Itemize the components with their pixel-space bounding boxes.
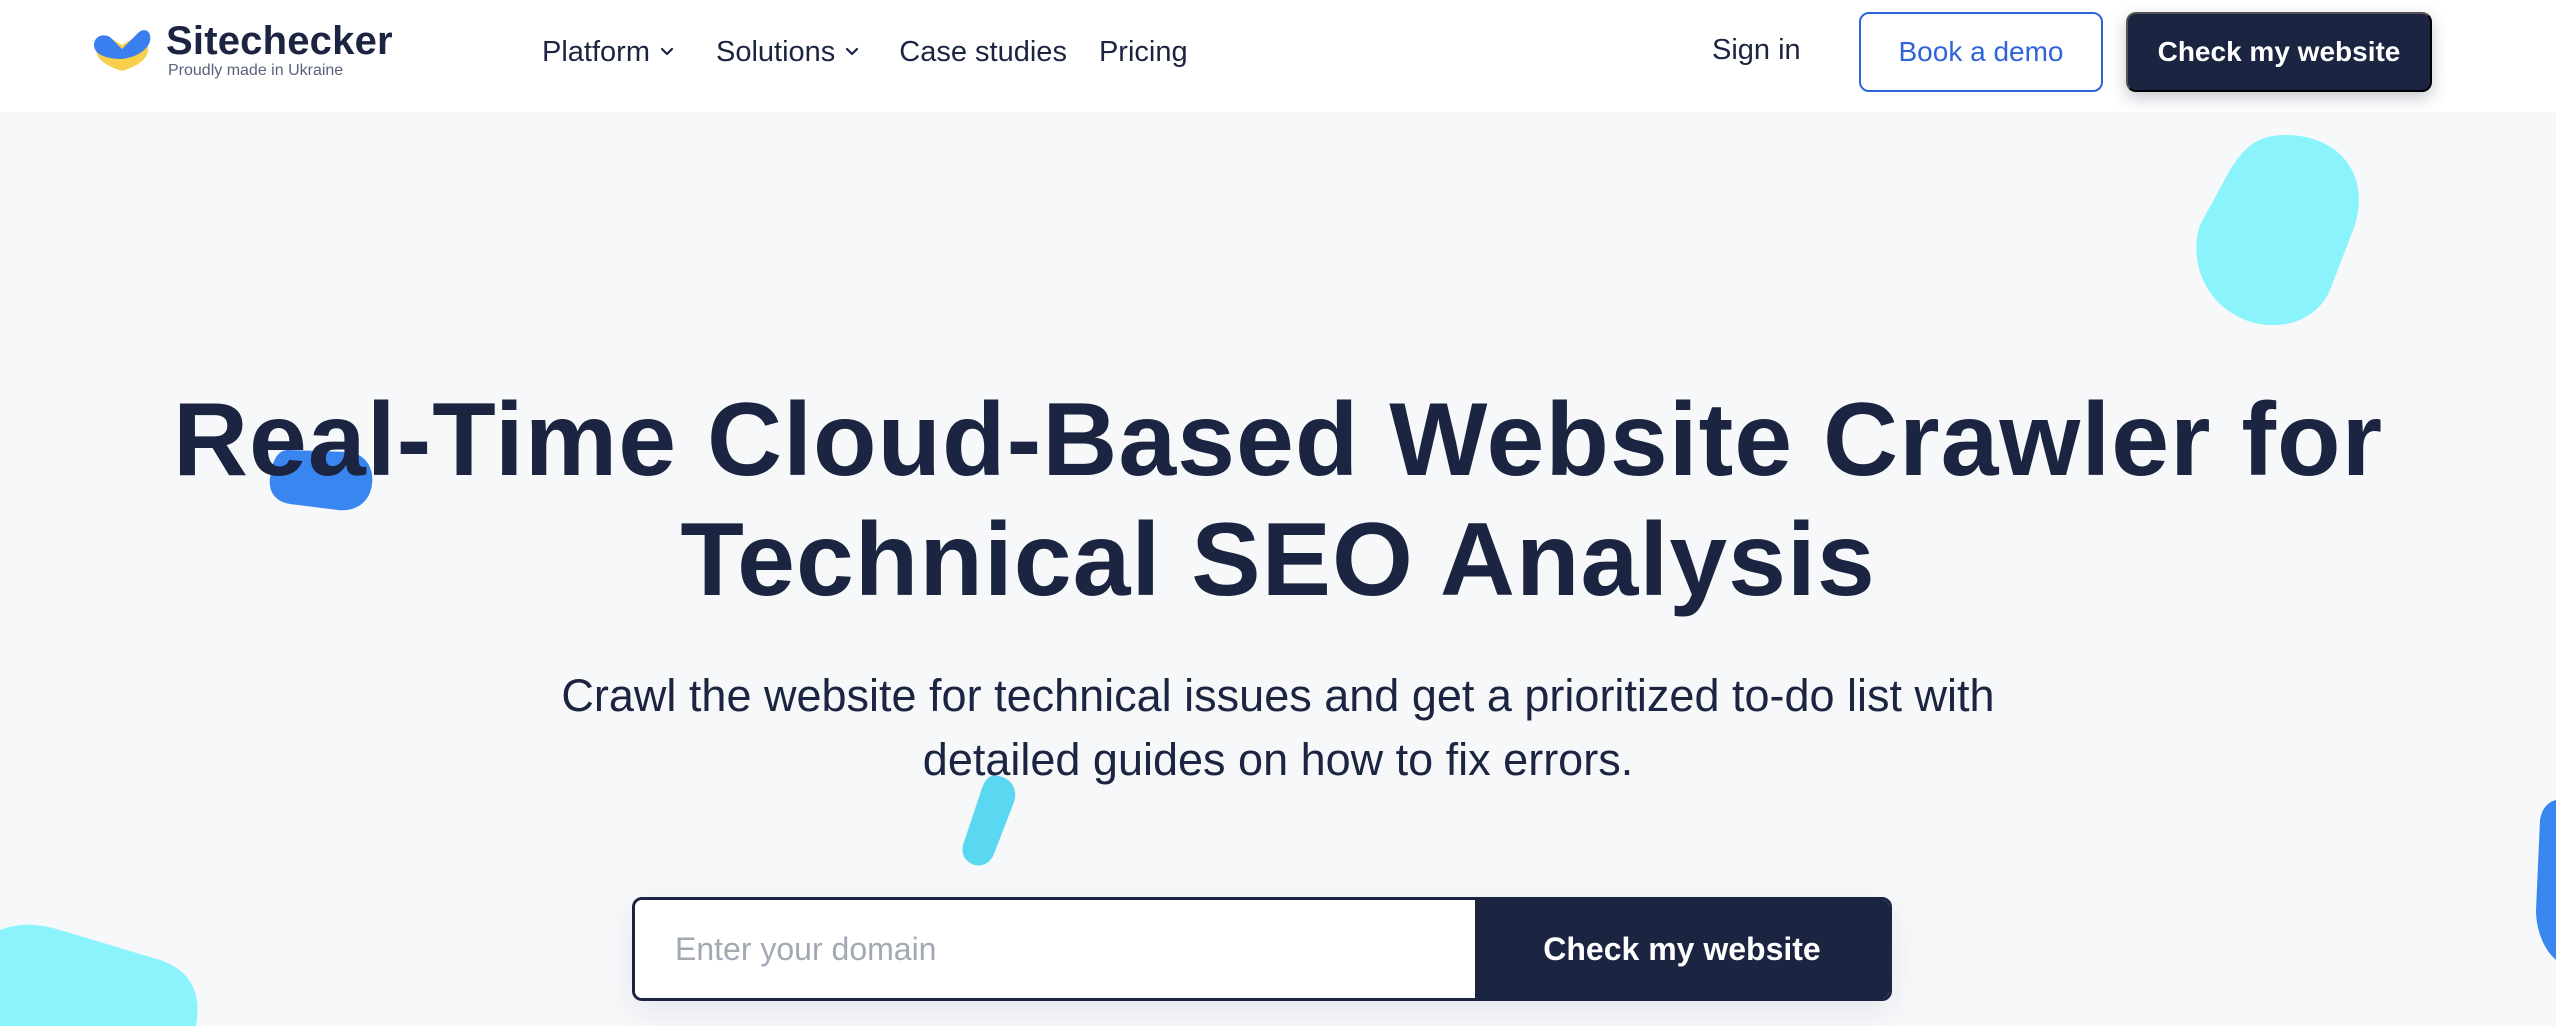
chevron-down-icon xyxy=(846,47,859,56)
domain-check-form: Check my website xyxy=(632,897,1892,1001)
book-demo-button[interactable]: Book a demo xyxy=(1859,12,2103,92)
nav-item-solutions[interactable]: Solutions xyxy=(716,30,859,74)
decorative-blob-cyan-bottom-left xyxy=(0,924,198,1026)
hero-title-line-1: Real-Time Cloud-Based Website Crawler fo… xyxy=(172,382,2384,498)
logo-link[interactable]: Sitechecker Proudly made in Ukraine xyxy=(92,20,393,80)
nav-item-label: Solutions xyxy=(715,35,836,68)
nav-item-label: Platform xyxy=(542,35,650,68)
brand-name: Sitechecker xyxy=(166,19,393,63)
decorative-blob-cyan-top-right xyxy=(2196,135,2359,326)
nav-item-platform[interactable]: Platform xyxy=(542,30,674,74)
nav-item-case-studies[interactable]: Case studies xyxy=(899,30,1067,74)
domain-input[interactable] xyxy=(635,900,1475,998)
main-nav: Platform Solutions Case studies Pricing xyxy=(542,30,1188,74)
nav-item-label: Pricing xyxy=(1098,35,1188,68)
decorative-blob-blue-right-edge xyxy=(2536,800,2556,960)
brand-tagline: Proudly made in Ukraine xyxy=(168,62,344,79)
site-header: Sitechecker Proudly made in Ukraine Plat… xyxy=(0,0,2556,112)
hero-title-line-2: Technical SEO Analysis xyxy=(680,502,1876,618)
hero-subtitle-line-1: Crawl the website for technical issues a… xyxy=(561,670,1995,721)
hero-title: Real-Time Cloud-Based Website Crawler fo… xyxy=(0,380,2556,620)
nav-item-label: Case studies xyxy=(899,35,1067,68)
check-website-header-button[interactable]: Check my website xyxy=(2126,12,2432,92)
nav-item-pricing[interactable]: Pricing xyxy=(1099,30,1188,74)
heart-logo-icon xyxy=(94,30,151,71)
check-website-button[interactable]: Check my website xyxy=(1475,900,1889,998)
sign-in-link[interactable]: Sign in xyxy=(1712,34,1801,67)
hero-subtitle-line-2: detailed guides on how to fix errors. xyxy=(922,734,1634,785)
chevron-down-icon xyxy=(660,47,674,56)
hero-subtitle: Crawl the website for technical issues a… xyxy=(0,664,2556,792)
